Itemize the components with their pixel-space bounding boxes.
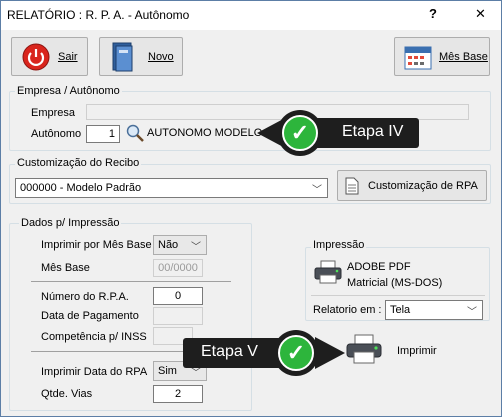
novo-button[interactable]: Novo [99, 37, 183, 76]
imprimir-data-rpa-value: Sim [158, 365, 177, 377]
document-icon [345, 177, 359, 195]
chevron-down-icon: ﹀ [467, 307, 477, 318]
imprimir-button[interactable]: Imprimir [343, 331, 453, 367]
check-icon: ✓ [277, 110, 323, 156]
modelo-select-value: 000000 - Modelo Padrão [20, 182, 142, 194]
qtde-vias-field[interactable]: 2 [153, 385, 203, 403]
rpa-report-window: RELATÓRIO : R. P. A. - Autônomo ? ✕ Sair… [0, 0, 502, 417]
data-pagamento-label: Data de Pagamento [41, 310, 139, 322]
mes-base-field-label: Mês Base [41, 262, 90, 274]
calendar-icon [403, 43, 433, 71]
check-icon: ✓ [273, 330, 319, 376]
help-button[interactable]: ? [429, 6, 437, 21]
impressao-separator [311, 295, 485, 296]
customizacao-rpa-button[interactable]: Customização de RPA [337, 170, 487, 201]
mes-base-button[interactable]: Mês Base [394, 37, 490, 76]
imprimir-mes-base-value: Não [158, 239, 179, 251]
printer-type: Matricial (MS-DOS) [347, 277, 443, 289]
imprimir-data-rpa-label: Imprimir Data do RPA [41, 366, 148, 378]
printer-icon [345, 333, 383, 365]
imprimir-mes-base-select[interactable]: Não ﹀ [153, 235, 207, 255]
qtde-vias-label: Qtde. Vias [41, 388, 93, 400]
chevron-down-icon: ﹀ [191, 242, 201, 253]
novo-label: Novo [148, 51, 174, 63]
relatorio-em-select[interactable]: Tela ﹀ [385, 300, 483, 320]
sair-label: Sair [58, 51, 78, 63]
data-pagamento-field [153, 307, 203, 325]
search-icon[interactable] [125, 123, 145, 143]
etapa4-callout: Etapa IV ✓ [257, 109, 419, 157]
power-icon [21, 42, 51, 72]
empresa-group-title: Empresa / Autônomo [15, 85, 122, 97]
imprimir-label: Imprimir [397, 345, 437, 357]
etapa5-callout: Etapa V ✓ [183, 329, 345, 377]
printer-name: ADOBE PDF [347, 261, 411, 273]
window-title: RELATÓRIO : R. P. A. - Autônomo [7, 8, 190, 22]
dados-separator-top [31, 281, 231, 282]
mes-base-field: 00/0000 [153, 259, 203, 277]
sair-button[interactable]: Sair [11, 37, 88, 76]
relatorio-em-label: Relatorio em : [313, 304, 382, 316]
relatorio-em-value: Tela [390, 304, 411, 316]
competencia-inss-label: Competência p/ INSS [41, 331, 147, 343]
autonomo-label: Autônomo [31, 128, 82, 140]
book-icon [110, 41, 136, 73]
recibo-group-title: Customização do Recibo [15, 157, 142, 169]
etapa5-text: Etapa V [201, 343, 258, 360]
customizacao-rpa-label: Customização de RPA [368, 180, 478, 192]
empresa-label: Empresa [31, 107, 76, 119]
chevron-down-icon: ﹀ [312, 185, 322, 196]
printer-icon [313, 259, 343, 285]
etapa4-text: Etapa IV [342, 123, 404, 140]
modelo-select[interactable]: 000000 - Modelo Padrão ﹀ [15, 178, 328, 198]
autonomo-code-field[interactable]: 1 [86, 125, 120, 143]
title-bar: RELATÓRIO : R. P. A. - Autônomo ? ✕ [1, 1, 501, 30]
impressao-group-title: Impressão [311, 239, 367, 251]
close-button[interactable]: ✕ [475, 6, 486, 22]
numero-rpa-label: Número do R.P.A. [41, 291, 129, 303]
mes-base-label: Mês Base [439, 51, 488, 63]
dados-group-title: Dados p/ Impressão [19, 217, 122, 229]
autonomo-name: AUTONOMO MODELO [147, 127, 263, 139]
imprimir-mes-base-label: Imprimir por Mês Base [41, 239, 152, 251]
numero-rpa-field[interactable]: 0 [153, 287, 203, 305]
